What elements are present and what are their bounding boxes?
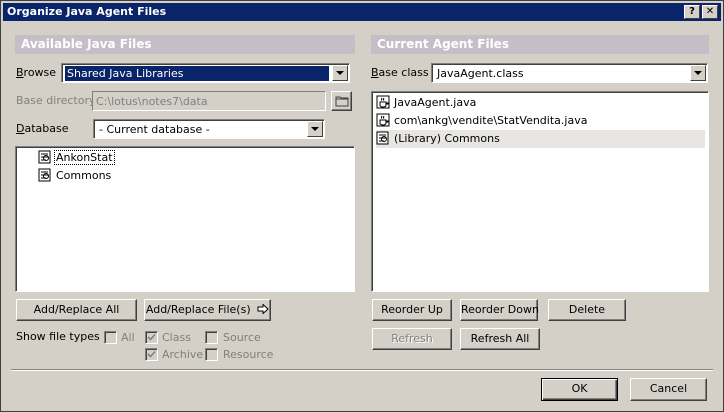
- show-file-types-label: Show file types: [16, 330, 100, 343]
- delete-button[interactable]: Delete: [548, 299, 626, 321]
- current-agent-files-list[interactable]: JavaAgent.java com\ankg\vendite\StatVend…: [371, 91, 709, 292]
- resource-checkbox[interactable]: [205, 348, 218, 361]
- base-class-value: JavaAgent.class: [437, 67, 524, 80]
- reorder-up-button[interactable]: Reorder Up: [372, 299, 452, 321]
- base-class-label: Base class: [371, 66, 429, 79]
- resource-label: Resource: [223, 348, 274, 361]
- all-label: All: [121, 331, 135, 344]
- refresh-all-button[interactable]: Refresh All: [460, 328, 540, 350]
- library-icon: [38, 150, 52, 164]
- browse-value: Shared Java Libraries: [65, 66, 329, 81]
- folder-icon: [335, 96, 348, 107]
- ok-button[interactable]: OK: [541, 378, 618, 401]
- browse-label-text: rowse: [23, 66, 57, 79]
- list-item[interactable]: com\ankg\vendite\StatVendita.java: [376, 112, 705, 130]
- arrow-right-icon: [257, 303, 269, 315]
- base-directory-label: Base directory: [16, 94, 96, 107]
- add-replace-files-button[interactable]: Add/Replace File(s): [144, 299, 271, 321]
- available-files-list[interactable]: AnkonStat Commons: [15, 146, 355, 292]
- help-icon: ?: [689, 6, 695, 17]
- file-name: com\ankg\vendite\StatVendita.java: [394, 114, 588, 127]
- base-directory-value: C:\lotus\notes7\data: [96, 95, 208, 108]
- base-class-label-text: ase class: [378, 66, 429, 79]
- list-item[interactable]: (Library) Commons: [376, 130, 705, 148]
- class-checkbox[interactable]: [145, 331, 158, 344]
- database-value: - Current database -: [99, 123, 210, 136]
- chevron-down-icon[interactable]: [690, 65, 706, 81]
- add-replace-files-label: Add/Replace File(s): [145, 303, 251, 316]
- source-checkbox[interactable]: [205, 331, 218, 344]
- checkmark-icon: [147, 350, 156, 358]
- window-title: Organize Java Agent Files: [7, 5, 167, 18]
- library-icon: [376, 131, 390, 145]
- title-bar[interactable]: Organize Java Agent Files ? ✕: [3, 3, 721, 21]
- library-icon: [38, 168, 52, 182]
- list-item[interactable]: JavaAgent.java: [376, 94, 705, 112]
- chevron-down-icon[interactable]: [307, 121, 323, 137]
- file-name: (Library) Commons: [394, 132, 500, 145]
- database-label: Database: [16, 122, 69, 135]
- file-name: AnkonStat: [54, 150, 115, 165]
- archive-checkbox[interactable]: [145, 348, 158, 361]
- help-button[interactable]: ?: [684, 5, 700, 19]
- list-item[interactable]: Commons: [38, 167, 351, 185]
- refresh-button[interactable]: Refresh: [372, 328, 452, 350]
- close-icon: ✕: [705, 6, 715, 17]
- footer-separator: [11, 369, 713, 371]
- base-directory-field: C:\lotus\notes7\data: [92, 91, 326, 111]
- browse-folder-button[interactable]: [331, 91, 352, 111]
- archive-label: Archive: [162, 348, 204, 361]
- browse-label: Browse: [16, 66, 57, 79]
- list-item[interactable]: AnkonStat: [38, 149, 351, 167]
- add-replace-all-button[interactable]: Add/Replace All: [16, 299, 137, 321]
- database-label-text: atabase: [24, 122, 69, 135]
- browse-dropdown[interactable]: Shared Java Libraries: [61, 63, 350, 83]
- all-checkbox[interactable]: [104, 331, 117, 344]
- java-file-icon: [376, 113, 390, 127]
- base-class-dropdown[interactable]: JavaAgent.class: [431, 63, 708, 83]
- chevron-down-icon[interactable]: [332, 65, 348, 81]
- available-java-files-header: Available Java Files: [15, 35, 355, 54]
- reorder-down-button[interactable]: Reorder Down: [460, 299, 539, 321]
- class-label: Class: [162, 331, 191, 344]
- current-agent-files-header: Current Agent Files: [371, 35, 709, 54]
- close-button[interactable]: ✕: [702, 5, 718, 19]
- organize-java-agent-files-dialog: Organize Java Agent Files ? ✕ Available …: [0, 0, 724, 412]
- java-file-icon: [376, 95, 390, 109]
- database-dropdown[interactable]: - Current database -: [93, 119, 325, 139]
- source-label: Source: [223, 331, 261, 344]
- file-name: JavaAgent.java: [394, 96, 477, 109]
- file-name: Commons: [56, 169, 112, 182]
- checkmark-icon: [147, 333, 156, 341]
- cancel-button[interactable]: Cancel: [630, 378, 707, 401]
